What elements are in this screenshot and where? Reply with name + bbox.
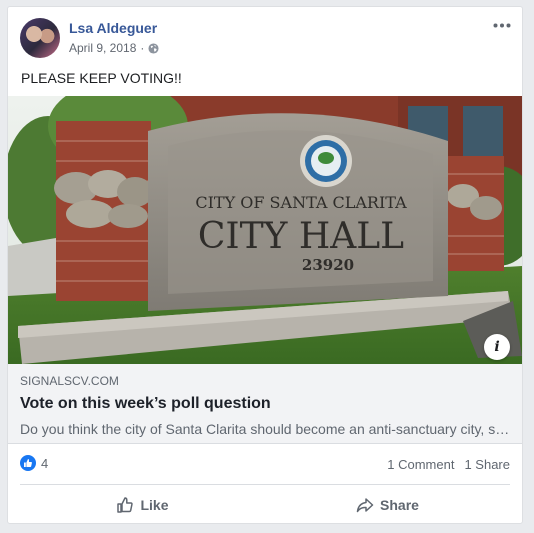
engagement-counts: 1 Comment 1 Share — [387, 457, 510, 472]
thumbs-up-icon — [117, 497, 134, 513]
avatar[interactable] — [20, 18, 60, 58]
link-preview[interactable]: SIGNALSCV.COM Vote on this week’s poll q… — [8, 364, 522, 444]
share-count[interactable]: 1 Share — [464, 457, 510, 472]
meta-separator: · — [140, 41, 145, 55]
share-label: Share — [380, 497, 419, 513]
author-name[interactable]: Lsa Aldeguer — [69, 20, 157, 36]
post-meta: April 9, 2018 · — [69, 41, 159, 55]
sign-number: 23920 — [302, 256, 354, 274]
comment-count[interactable]: 1 Comment — [387, 457, 454, 472]
share-arrow-icon — [356, 498, 374, 513]
post-text: PLEASE KEEP VOTING!! — [21, 70, 182, 86]
link-image[interactable]: CITY OF SANTA CLARITA CITY HALL 23920 i — [8, 96, 522, 364]
post-date[interactable]: April 9, 2018 — [69, 41, 136, 55]
info-icon[interactable]: i — [484, 334, 510, 360]
like-count: 4 — [41, 455, 49, 471]
reaction-summary[interactable]: 4 — [20, 455, 48, 471]
like-reaction-icon — [20, 455, 36, 471]
link-description: Do you think the city of Santa Clarita s… — [20, 421, 510, 437]
divider — [20, 484, 510, 485]
action-bar: Like Share — [20, 489, 510, 521]
link-domain: SIGNALSCV.COM — [20, 374, 119, 388]
sign-line1: CITY OF SANTA CLARITA — [195, 193, 407, 212]
globe-icon[interactable] — [148, 42, 159, 54]
share-button[interactable]: Share — [265, 489, 510, 521]
sign-line2: CITY HALL — [198, 216, 404, 257]
link-title[interactable]: Vote on this week’s poll question — [20, 394, 510, 414]
like-label: Like — [140, 497, 169, 513]
post-card: Lsa Aldeguer April 9, 2018 · PLEASE KEEP… — [7, 6, 523, 524]
city-hall-sign-image: CITY OF SANTA CLARITA CITY HALL 23920 — [8, 96, 522, 364]
like-button[interactable]: Like — [20, 489, 265, 521]
more-options-icon[interactable] — [492, 17, 512, 33]
